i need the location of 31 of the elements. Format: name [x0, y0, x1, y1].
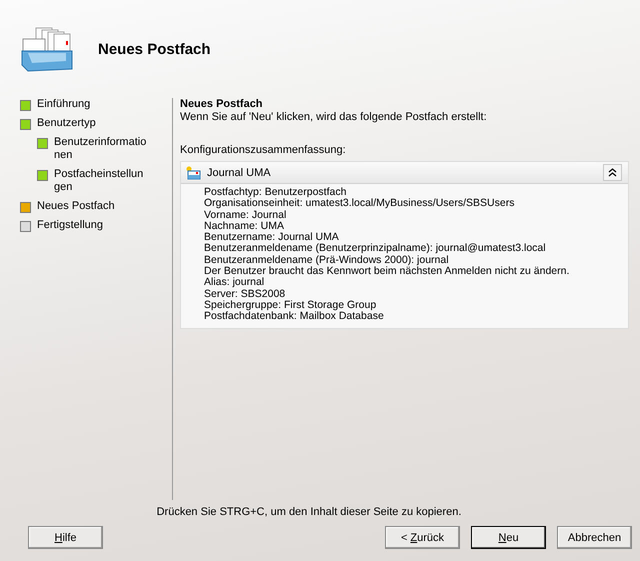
summary-line: Organisationseinheit: umatest3.local/MyBusiness/Users/SBSUsers [204, 198, 516, 210]
summary-line: Postfachdatenbank: Mailbox Database [204, 311, 385, 323]
summary-line: Vorname: Journal [204, 210, 288, 221]
summary-line: Benutzeranmeldename (Benutzerprinzipalname): journal@umatest3.local [204, 243, 547, 255]
summary-line: Benutzername: Journal UMA [204, 232, 339, 244]
page-title: Neues Postfach [180, 98, 264, 110]
summary-line: Postfachtyp: Benutzerpostfach [204, 187, 346, 198]
step-label: Postfacheinstellungen [54, 168, 144, 194]
dialog-button[interactable]: < Zurück [385, 526, 460, 549]
step-label: Fertigstellung [37, 219, 104, 232]
step-label: Einführung [37, 98, 92, 111]
step-label: Benutzertyp [37, 117, 97, 130]
dialog-button[interactable]: Neu [471, 526, 546, 549]
collapse-button[interactable] [603, 164, 622, 181]
summary-line: Benutzeranmeldename (Prä-Windows 2000): journal [204, 254, 449, 266]
step-label: Benutzerinformationen [54, 136, 148, 162]
summary-line: Server: SBS2008 [204, 288, 286, 300]
summary-title: Journal UMA [207, 166, 272, 178]
page-description: Wenn Sie auf 'Neu' klicken, wird das folgende Postfach erstellt: [180, 111, 488, 123]
dialog-button[interactable]: Hilfe [28, 526, 103, 549]
summary-line: Alias: journal [204, 277, 266, 289]
double-caret-icon [608, 168, 617, 177]
summary-line: Der Benutzer braucht das Kennwort beim nächsten Anmelden nicht zu ändern. [204, 266, 570, 278]
dialog-button[interactable]: Abbrechen [557, 526, 632, 549]
copy-hint: Drücken Sie STRG+C, um den Inhalt dieser Seite zu kopieren. [156, 506, 462, 520]
summary-line: Speichergruppe: First Storage Group [204, 300, 376, 312]
mailbox-icon [185, 166, 202, 180]
wizard-title: Neues Postfach [98, 40, 211, 58]
summary-label: Konfigurationszusammenfassung: [180, 144, 347, 156]
summary-line: Nachname: UMA [204, 220, 285, 232]
step-label: Neues Postfach [37, 200, 116, 213]
